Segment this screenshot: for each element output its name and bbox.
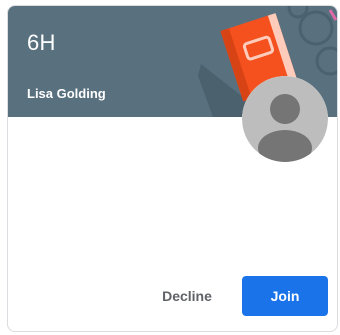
class-name[interactable]: 6H <box>27 30 56 56</box>
teacher-name: Lisa Golding <box>27 86 106 101</box>
join-button[interactable]: Join <box>242 276 328 316</box>
class-invite-card: 6H Lisa Golding Decline Join <box>7 5 338 332</box>
default-profile-icon <box>242 76 328 162</box>
decline-button[interactable]: Decline <box>144 276 230 316</box>
